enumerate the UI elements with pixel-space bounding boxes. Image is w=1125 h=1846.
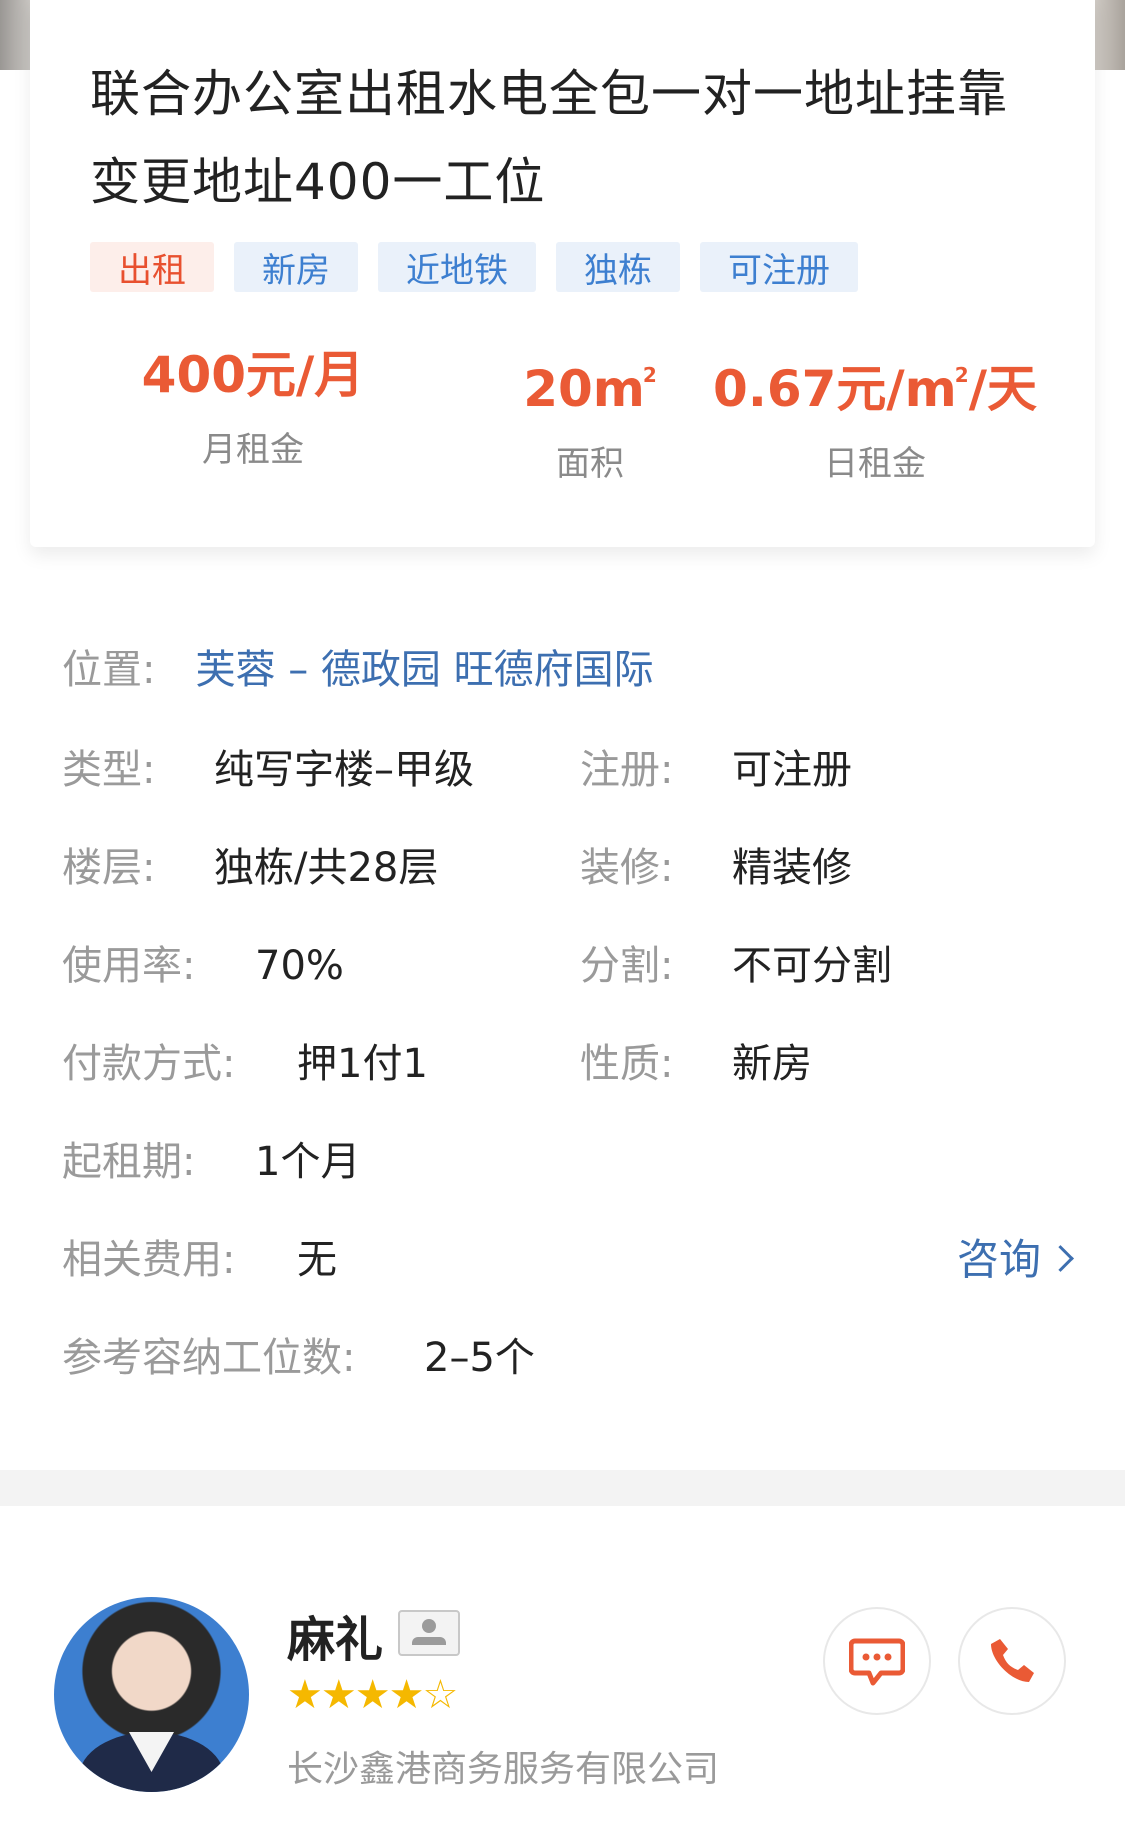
detail-fees: 相关费用: 无 咨询 xyxy=(62,1230,1074,1290)
register-key: 注册: xyxy=(580,747,674,793)
min-lease-key: 起租期: xyxy=(62,1139,196,1185)
detail-min-lease: 起租期: 1个月 xyxy=(62,1132,360,1192)
floor-key: 楼层: xyxy=(62,845,156,891)
type-key: 类型: xyxy=(62,747,156,793)
area-value: 20m2 xyxy=(523,360,657,418)
star-icon: ★ xyxy=(287,1672,323,1718)
chevron-right-icon xyxy=(1047,1245,1074,1272)
detail-nature: 性质: 新房 xyxy=(580,1034,812,1094)
nature-value: 新房 xyxy=(732,1041,812,1087)
stat-monthly-rent: 400元/月 月租金 xyxy=(138,340,368,471)
consult-label: 咨询 xyxy=(956,1235,1041,1284)
detail-type: 类型: 纯写字楼–甲级 xyxy=(62,740,474,800)
min-lease-value: 1个月 xyxy=(255,1139,361,1185)
stat-daily-rent: 0.67元/m2/天 日租金 xyxy=(710,340,1040,485)
type-value: 纯写字楼–甲级 xyxy=(214,747,474,793)
usage-rate-value: 70% xyxy=(255,943,344,989)
detail-split: 分割: 不可分割 xyxy=(580,936,892,996)
agent-name[interactable]: 麻礼 xyxy=(287,1600,383,1670)
agent-avatar[interactable] xyxy=(54,1597,249,1792)
tag-metro: 近地铁 xyxy=(378,242,536,292)
payment-key: 付款方式: xyxy=(62,1041,236,1087)
daily-rent-label: 日租金 xyxy=(824,444,926,484)
star-icon: ★ xyxy=(388,1672,425,1718)
detail-floor: 楼层: 独栋/共28层 xyxy=(62,838,438,898)
decoration-key: 装修: xyxy=(580,845,674,891)
monthly-rent-label: 月租金 xyxy=(202,430,304,470)
call-button[interactable] xyxy=(958,1607,1066,1715)
floor-value: 独栋/共28层 xyxy=(214,845,439,891)
stat-area: 20m2 面积 xyxy=(500,340,680,485)
location-value[interactable]: 芙蓉 – 德政园 旺德府国际 xyxy=(195,647,653,693)
nature-key: 性质: xyxy=(580,1041,674,1087)
agent-company: 长沙鑫港商务服务有限公司 xyxy=(287,1749,720,1790)
payment-value: 押1付1 xyxy=(297,1041,428,1087)
capacity-key: 参考容纳工位数: xyxy=(62,1335,356,1381)
detail-location[interactable]: 位置: 芙蓉 – 德政园 旺德府国际 xyxy=(62,640,654,700)
tag-standalone: 独栋 xyxy=(556,242,680,292)
consult-link[interactable]: 咨询 xyxy=(956,1230,1074,1290)
star-icon: ★ xyxy=(354,1672,391,1718)
phone-icon xyxy=(991,1639,1034,1682)
fees-value: 无 xyxy=(297,1237,337,1283)
area-label: 面积 xyxy=(556,444,624,484)
detail-capacity: 参考容纳工位数: 2–5个 xyxy=(62,1328,535,1388)
listing-title: 联合办公室出租水电全包一对一地址挂靠变更地址400一工位 xyxy=(90,65,1008,211)
listing-stats: 400元/月 月租金 20m2 面积 0.67元/m2/天 日租金 xyxy=(30,340,1095,484)
detail-payment: 付款方式: 押1付1 xyxy=(62,1034,428,1094)
register-value: 可注册 xyxy=(732,747,852,793)
capacity-value: 2–5个 xyxy=(424,1335,535,1381)
star-icon: ★ xyxy=(320,1672,357,1718)
location-key: 位置: xyxy=(62,647,156,693)
split-key: 分割: xyxy=(580,943,674,989)
split-value: 不可分割 xyxy=(732,943,892,989)
tag-registerable: 可注册 xyxy=(700,242,858,292)
tag-rent: 出租 xyxy=(90,242,214,292)
photo-edge-left xyxy=(0,0,30,70)
star-outline-icon: ☆ xyxy=(422,1672,458,1718)
photo-edge-right xyxy=(1095,0,1125,70)
tag-new: 新房 xyxy=(234,242,358,292)
decoration-value: 精装修 xyxy=(732,845,852,891)
chat-button[interactable] xyxy=(823,1607,931,1715)
fees-key: 相关费用: xyxy=(62,1237,236,1283)
chat-icon xyxy=(849,1638,905,1686)
id-card-icon xyxy=(398,1610,460,1656)
agent-rating: ★★★★☆ xyxy=(287,1672,458,1718)
daily-rent-value: 0.67元/m2/天 xyxy=(713,360,1037,418)
listing-header-card: 联合办公室出租水电全包一对一地址挂靠变更地址400一工位 出租 新房 近地铁 独… xyxy=(30,0,1095,547)
detail-usage-rate: 使用率: 70% xyxy=(62,936,344,996)
usage-rate-key: 使用率: xyxy=(62,943,196,989)
section-divider xyxy=(0,1470,1125,1506)
detail-decoration: 装修: 精装修 xyxy=(580,838,852,898)
listing-tags: 出租 新房 近地铁 独栋 可注册 xyxy=(90,242,858,292)
detail-register: 注册: 可注册 xyxy=(580,740,852,800)
monthly-rent-value: 400元/月 xyxy=(141,346,365,404)
